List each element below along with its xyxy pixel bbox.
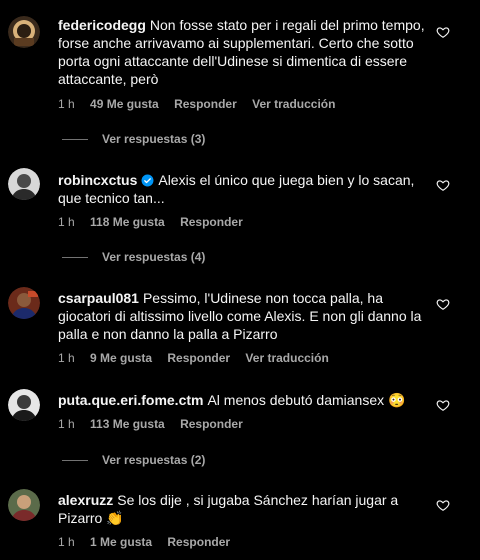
comment-time: 1 h [58, 97, 75, 111]
comment-meta: 1 h 113 Me gusta Responder [58, 417, 255, 431]
comment-time: 1 h [58, 215, 75, 229]
view-replies-button[interactable]: Ver respuestas (4) [62, 250, 205, 264]
replies-divider [62, 138, 88, 140]
verified-badge-icon [141, 174, 154, 187]
view-replies-label: Ver respuestas (4) [102, 250, 206, 264]
avatar[interactable] [8, 389, 40, 421]
comment-time: 1 h [58, 535, 75, 549]
avatar[interactable] [8, 168, 40, 200]
comment-username[interactable]: csarpaul081 [58, 290, 139, 306]
view-replies-label: Ver respuestas (3) [102, 132, 206, 146]
likes-count[interactable]: 1 Me gusta [90, 535, 152, 549]
comment-meta: 1 h 118 Me gusta Responder [58, 215, 255, 229]
comment-meta: 1 h 49 Me gusta Responder Ver traducción [58, 97, 347, 111]
reply-button[interactable]: Responder [167, 351, 230, 365]
comment-text-block: federicodegg Non fosse stato per i regali… [58, 16, 438, 88]
translate-button[interactable]: Ver traducción [252, 97, 335, 111]
avatar[interactable] [8, 489, 40, 521]
comment-text-block: puta.que.eri.fome.ctm Al menos debutó dam… [58, 391, 438, 409]
comment-text: Al menos debutó damiansex 😳 [207, 392, 406, 408]
translate-button[interactable]: Ver traducción [245, 351, 328, 365]
view-replies-label: Ver respuestas (2) [102, 453, 206, 467]
comment-text-block: alexruzz Se los dije , si jugaba Sánchez … [58, 491, 438, 527]
comment-time: 1 h [58, 351, 75, 365]
replies-divider [62, 256, 88, 258]
avatar[interactable] [8, 16, 40, 48]
reply-button[interactable]: Responder [167, 535, 230, 549]
likes-count[interactable]: 49 Me gusta [90, 97, 159, 111]
comment-username[interactable]: federicodegg [58, 17, 146, 33]
comment-meta: 1 h 9 Me gusta Responder Ver traducción [58, 351, 341, 365]
heart-outline-icon[interactable] [436, 297, 450, 311]
avatar[interactable] [8, 287, 40, 319]
view-replies-button[interactable]: Ver respuestas (2) [62, 453, 205, 467]
view-replies-button[interactable]: Ver respuestas (3) [62, 132, 205, 146]
reply-button[interactable]: Responder [174, 97, 237, 111]
heart-outline-icon[interactable] [436, 178, 450, 192]
likes-count[interactable]: 118 Me gusta [90, 215, 165, 229]
comment-text-block: robincxctus Alexis el único que juega bie… [58, 171, 438, 207]
heart-outline-icon[interactable] [436, 25, 450, 39]
likes-count[interactable]: 9 Me gusta [90, 351, 152, 365]
comment-meta: 1 h 1 Me gusta Responder [58, 535, 242, 549]
comment-username[interactable]: puta.que.eri.fome.ctm [58, 392, 203, 408]
replies-divider [62, 459, 88, 461]
reply-button[interactable]: Responder [180, 417, 243, 431]
comment-username[interactable]: alexruzz [58, 492, 113, 508]
likes-count[interactable]: 113 Me gusta [90, 417, 165, 431]
reply-button[interactable]: Responder [180, 215, 243, 229]
heart-outline-icon[interactable] [436, 498, 450, 512]
comment-time: 1 h [58, 417, 75, 431]
comment-text-block: csarpaul081 Pessimo, l'Udinese non tocca … [58, 289, 438, 343]
heart-outline-icon[interactable] [436, 398, 450, 412]
comment-username[interactable]: robincxctus [58, 172, 137, 188]
